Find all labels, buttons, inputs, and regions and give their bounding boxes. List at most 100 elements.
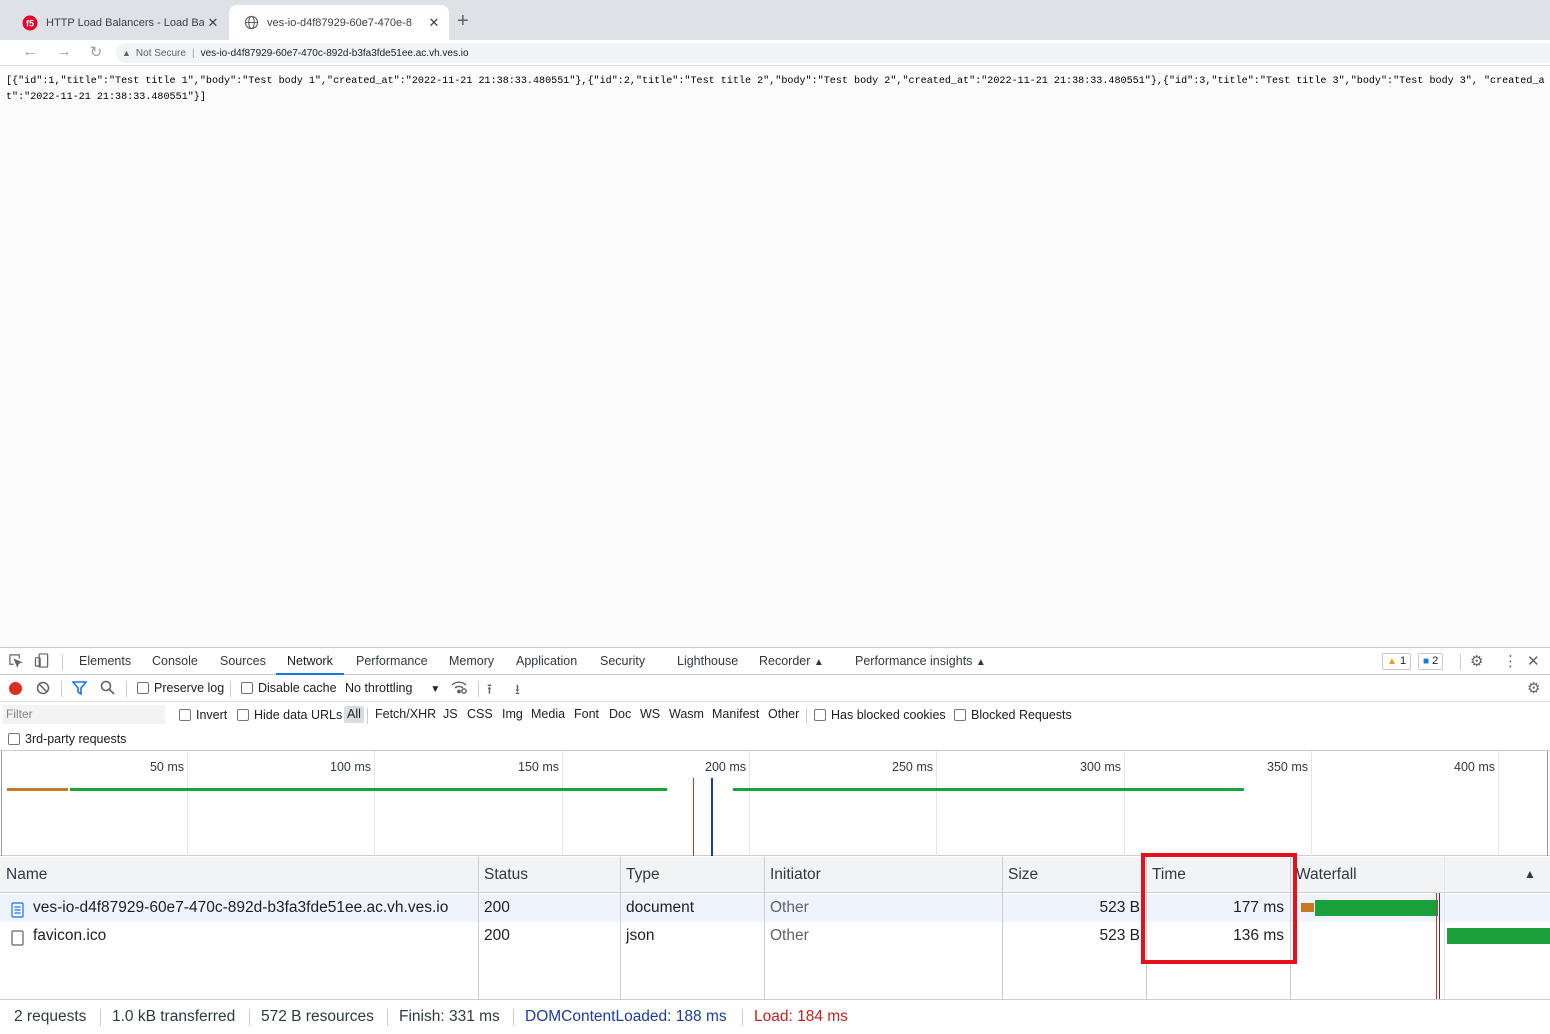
network-settings-gear-icon[interactable]: ⚙ [1527,679,1540,697]
table-row[interactable]: favicon.ico 200 json Other 523 B 136 ms [0,922,1550,950]
checkbox[interactable] [814,709,826,721]
column-divider[interactable] [620,857,621,999]
tab-performance-insights[interactable]: Performance insights ▲ [855,648,986,675]
new-tab-button[interactable]: + [457,10,469,32]
hide-data-urls-checkbox[interactable]: Hide data URLs [237,708,342,722]
network-overview-timeline[interactable]: 50 ms 100 ms 150 ms 200 ms 250 ms 300 ms… [0,751,1550,856]
tick-label: 350 ms [1267,760,1308,774]
invert-checkbox[interactable]: Invert [179,708,227,722]
filter-type-img[interactable]: Img [502,707,523,721]
more-options-icon[interactable]: ⋮ [1503,652,1518,670]
checkbox[interactable] [8,733,20,745]
divider [387,1009,388,1026]
network-toolbar: Preserve log Disable cache No throttling… [0,675,1550,702]
throttling-select[interactable]: No throttling ▼ [345,681,440,695]
browser-tab-load-balancers[interactable]: f5 HTTP Load Balancers - Load Ba ✕ [8,5,228,40]
request-status: 200 [484,899,510,916]
address-bar[interactable]: ▲ Not Secure | ves-io-d4f87929-60e7-470c… [116,43,1550,63]
messages-badge[interactable]: ■ 2 [1418,653,1444,670]
overview-right-handle[interactable] [1547,751,1548,856]
tab-lighthouse[interactable]: Lighthouse [677,648,738,675]
third-party-requests-checkbox[interactable]: 3rd-party requests [8,732,126,746]
reload-icon[interactable]: ↻ [86,43,106,61]
settings-gear-icon[interactable]: ⚙ [1470,652,1483,670]
tab-security[interactable]: Security [600,648,645,675]
divider [249,1009,250,1026]
device-toolbar-icon[interactable] [34,653,50,671]
divider [61,681,62,697]
filter-type-media[interactable]: Media [531,707,565,721]
overview-waiting-bar [7,788,68,791]
tab-sources[interactable]: Sources [220,648,266,675]
request-name[interactable]: favicon.ico [33,922,106,950]
divider [1460,654,1461,670]
overview-left-handle[interactable] [1,751,2,856]
filter-icon[interactable] [71,681,88,698]
transferred-size: 1.0 kB transferred [112,1008,236,1025]
checkbox[interactable] [954,709,966,721]
filter-type-all[interactable]: All [344,706,364,723]
filter-type-fetch-xhr[interactable]: Fetch/XHR [375,707,436,721]
divider: | [191,47,195,59]
network-requests-table: Name Status Type Initiator Size Time Wat… [0,857,1550,999]
clear-icon[interactable] [36,681,50,698]
tab-recorder[interactable]: Recorder ▲ [759,648,824,675]
inspect-element-icon[interactable] [8,653,23,671]
export-har-icon[interactable]: ⭳ [515,679,520,703]
import-har-icon[interactable]: ⭱ [487,679,492,703]
column-divider[interactable] [764,857,765,999]
filter-type-manifest[interactable]: Manifest [712,707,759,721]
disable-cache-checkbox[interactable]: Disable cache [241,681,337,695]
column-divider[interactable] [478,857,479,999]
filter-type-other[interactable]: Other [768,707,799,721]
browser-tab-active[interactable]: ves-io-d4f87929-60e7-470e-8 ✕ [229,5,449,40]
column-divider[interactable] [1002,857,1003,999]
column-header-initiator[interactable]: Initiator [764,857,821,893]
has-blocked-cookies-checkbox[interactable]: Has blocked cookies [814,708,946,722]
close-tab-icon[interactable]: ✕ [204,15,222,31]
tab-title: ves-io-d4f87929-60e7-470e-8 [267,16,412,29]
filter-type-css[interactable]: CSS [467,707,493,721]
security-label[interactable]: Not Secure [136,48,186,59]
column-header-status[interactable]: Status [478,857,528,893]
checkbox[interactable] [237,709,249,721]
back-arrow-icon[interactable]: ← [20,43,40,60]
search-icon[interactable] [100,680,115,698]
tab-title: HTTP Load Balancers - Load Ba [46,16,204,29]
filter-type-doc[interactable]: Doc [609,707,631,721]
preserve-log-checkbox[interactable]: Preserve log [137,681,224,695]
close-tab-icon[interactable]: ✕ [425,15,443,31]
sort-ascending-icon[interactable]: ▲ [1524,867,1536,881]
filter-type-font[interactable]: Font [574,707,599,721]
warning-triangle-icon[interactable]: ▲ [122,48,131,58]
close-devtools-icon[interactable]: ✕ [1527,652,1540,670]
tab-application[interactable]: Application [516,648,577,675]
tab-performance[interactable]: Performance [356,648,428,675]
tab-network[interactable]: Network [276,648,344,675]
filter-type-ws[interactable]: WS [640,707,660,721]
checkbox[interactable] [179,709,191,721]
request-name[interactable]: ves-io-d4f87929-60e7-470c-892d-b3fa3fde5… [33,894,448,922]
blocked-requests-checkbox[interactable]: Blocked Requests [954,708,1072,722]
record-button[interactable] [9,682,22,695]
filter-input[interactable]: Filter [3,705,165,724]
dropdown-arrow-icon: ▼ [430,684,441,695]
column-header-size[interactable]: Size [1002,857,1038,893]
checkbox[interactable] [241,682,253,694]
network-conditions-icon[interactable] [451,680,467,698]
tab-memory[interactable]: Memory [449,648,494,675]
forward-arrow-icon[interactable]: → [54,43,74,60]
checkbox[interactable] [137,682,149,694]
column-header-name[interactable]: Name [0,857,47,893]
tab-console[interactable]: Console [152,648,198,675]
column-header-type[interactable]: Type [620,857,660,893]
column-header-waterfall[interactable]: Waterfall [1290,857,1357,893]
url-text[interactable]: ves-io-d4f87929-60e7-470c-892d-b3fa3fde5… [201,48,469,59]
tab-elements[interactable]: Elements [79,648,131,675]
tick-label: 150 ms [518,760,559,774]
f5-logo-icon: f5 [22,15,38,31]
filter-type-js[interactable]: JS [443,707,458,721]
filter-type-wasm[interactable]: Wasm [669,707,704,721]
table-row[interactable]: ves-io-d4f87929-60e7-470c-892d-b3fa3fde5… [0,894,1550,922]
warnings-badge[interactable]: ▲ 1 [1382,653,1412,670]
